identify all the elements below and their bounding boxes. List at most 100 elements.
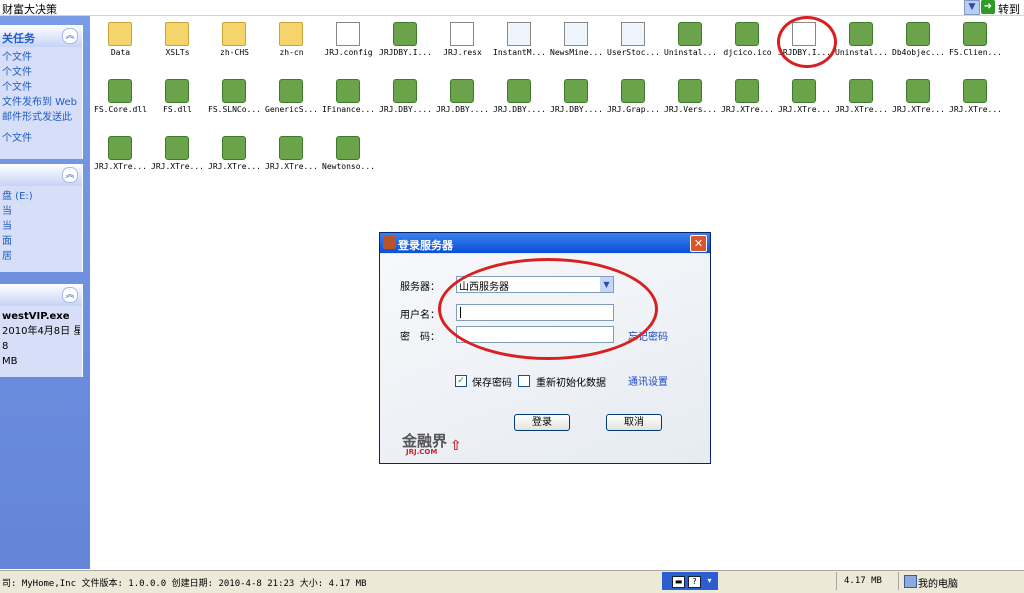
file-item[interactable]: JRJ.DBY....	[548, 75, 605, 130]
file-label: Uninstal...	[664, 48, 717, 57]
app-icon	[393, 22, 417, 46]
file-label: FS.SLNCo...	[208, 105, 261, 114]
file-label: GenericS...	[265, 105, 318, 114]
file-item[interactable]: Uninstal...	[833, 18, 890, 73]
other-places-header[interactable]: ︽	[0, 164, 82, 186]
file-item[interactable]: JRJ.XTre...	[776, 75, 833, 130]
task-link[interactable]: 个文件	[2, 131, 80, 146]
task-link[interactable]: 邮件形式发送此	[2, 110, 80, 125]
login-button[interactable]: 登录	[514, 414, 570, 431]
place-link[interactable]: 盘 (E:)	[2, 189, 80, 204]
file-item[interactable]: JRJ.XTre...	[890, 75, 947, 130]
file-item[interactable]: UserStoc...	[605, 18, 662, 73]
ie-icon	[621, 22, 645, 46]
file-item[interactable]: zh-CHS	[206, 18, 263, 73]
app-icon	[963, 22, 987, 46]
place-link[interactable]: 面	[2, 234, 80, 249]
dialog-titlebar[interactable]: 登录服务器 ✕	[380, 233, 710, 253]
collapse-chevron-icon[interactable]: ︽	[62, 287, 78, 303]
reinit-data-checkbox[interactable]	[518, 375, 530, 387]
file-item[interactable]: XSLTs	[149, 18, 206, 73]
file-item[interactable]: Newtonso...	[320, 132, 377, 187]
file-item[interactable]: GenericS...	[263, 75, 320, 130]
app-icon	[383, 236, 396, 249]
file-label: NewsMine...	[550, 48, 603, 57]
file-item[interactable]: FS.Core.dll	[92, 75, 149, 130]
computer-icon	[904, 575, 917, 588]
file-item[interactable]: JRJ.DBY....	[491, 75, 548, 130]
file-label: JRJ.DBY....	[379, 105, 432, 114]
file-label: FS.dll	[163, 105, 192, 114]
file-label: JRJ.Vers...	[664, 105, 717, 114]
file-label: FS.Core.dll	[94, 105, 147, 114]
task-link[interactable]: 个文件	[2, 65, 80, 80]
file-item[interactable]: JRJ.XTre...	[833, 75, 890, 130]
file-label: JRJ.XTre...	[208, 162, 261, 171]
file-item[interactable]: Uninstal...	[662, 18, 719, 73]
file-item[interactable]: JRJ.XTre...	[719, 75, 776, 130]
folder-icon	[165, 22, 189, 46]
cancel-button[interactable]: 取消	[606, 414, 662, 431]
file-item[interactable]: JRJ.config	[320, 18, 377, 73]
file-item[interactable]: FS.dll	[149, 75, 206, 130]
app-icon	[450, 79, 474, 103]
file-item[interactable]: JRJ.XTre...	[263, 132, 320, 187]
file-label: JRJ.XTre...	[94, 162, 147, 171]
file-item[interactable]: InstantM...	[491, 18, 548, 73]
comm-settings-link[interactable]: 通讯设置	[628, 373, 668, 388]
file-item[interactable]: JRJDBY.I...	[377, 18, 434, 73]
file-item[interactable]: JRJ.XTre...	[206, 132, 263, 187]
app-icon	[678, 79, 702, 103]
file-item[interactable]: JRJ.XTre...	[947, 75, 1004, 130]
file-item[interactable]: FS.SLNCo...	[206, 75, 263, 130]
collapse-chevron-icon[interactable]: ︽	[62, 28, 78, 44]
file-item[interactable]: JRJ.Vers...	[662, 75, 719, 130]
place-link[interactable]: 当	[2, 204, 80, 219]
task-link[interactable]: 个文件	[2, 50, 80, 65]
logo-sub: JRJ.COM	[406, 448, 438, 456]
details-header[interactable]: ︽	[0, 284, 82, 306]
password-label: 密 码：	[400, 332, 440, 343]
file-label: JRJ.XTre...	[721, 105, 774, 114]
address-text[interactable]: 财富大决策	[2, 1, 57, 17]
status-text: 司: MyHome,Inc 文件版本: 1.0.0.0 创建日期: 2010-4…	[2, 579, 367, 589]
folder-icon	[108, 22, 132, 46]
file-item[interactable]: JRJ.XTre...	[149, 132, 206, 187]
address-bar: 财富大决策 ▼ ➜ 转到	[0, 0, 1024, 16]
file-item[interactable]: JRJ.resx	[434, 18, 491, 73]
file-label: JRJ.XTre...	[265, 162, 318, 171]
place-link[interactable]: 当	[2, 219, 80, 234]
file-item[interactable]: Db4objec...	[890, 18, 947, 73]
app-icon	[279, 79, 303, 103]
place-link[interactable]: 居	[2, 249, 80, 264]
file-item[interactable]: IFinance...	[320, 75, 377, 130]
app-icon	[735, 22, 759, 46]
file-tasks-header[interactable]: 关任务 ︽	[0, 25, 82, 47]
close-icon[interactable]: ✕	[690, 235, 707, 252]
app-icon	[564, 79, 588, 103]
annotation-oval	[777, 16, 837, 68]
file-item[interactable]: djcico.ico	[719, 18, 776, 73]
file-item[interactable]: JRJ.XTre...	[92, 132, 149, 187]
file-label: JRJ.XTre...	[151, 162, 204, 171]
file-label: JRJ.config	[324, 48, 373, 57]
app-icon	[108, 136, 132, 160]
save-password-checkbox[interactable]: ✓	[455, 375, 467, 387]
file-item[interactable]: JRJ.DBY....	[377, 75, 434, 130]
file-item[interactable]: JRJ.DBY....	[434, 75, 491, 130]
file-item[interactable]: FS.Clien...	[947, 18, 1004, 73]
ie-icon	[564, 22, 588, 46]
collapse-chevron-icon[interactable]: ︽	[62, 167, 78, 183]
task-link[interactable]: 文件发布到 Web	[2, 95, 80, 110]
file-label: JRJ.DBY....	[493, 105, 546, 114]
file-label: JRJ.DBY....	[550, 105, 603, 114]
file-item[interactable]: Data	[92, 18, 149, 73]
file-item[interactable]: zh-cn	[263, 18, 320, 73]
file-label: Newtonso...	[322, 162, 375, 171]
task-link[interactable]: 个文件	[2, 80, 80, 95]
file-item[interactable]: NewsMine...	[548, 18, 605, 73]
go-button[interactable]: ➜ 转到	[981, 0, 1024, 16]
address-dropdown-icon[interactable]: ▼	[964, 0, 980, 15]
file-item[interactable]: JRJ.Grap...	[605, 75, 662, 130]
go-label: 转到	[998, 3, 1020, 16]
